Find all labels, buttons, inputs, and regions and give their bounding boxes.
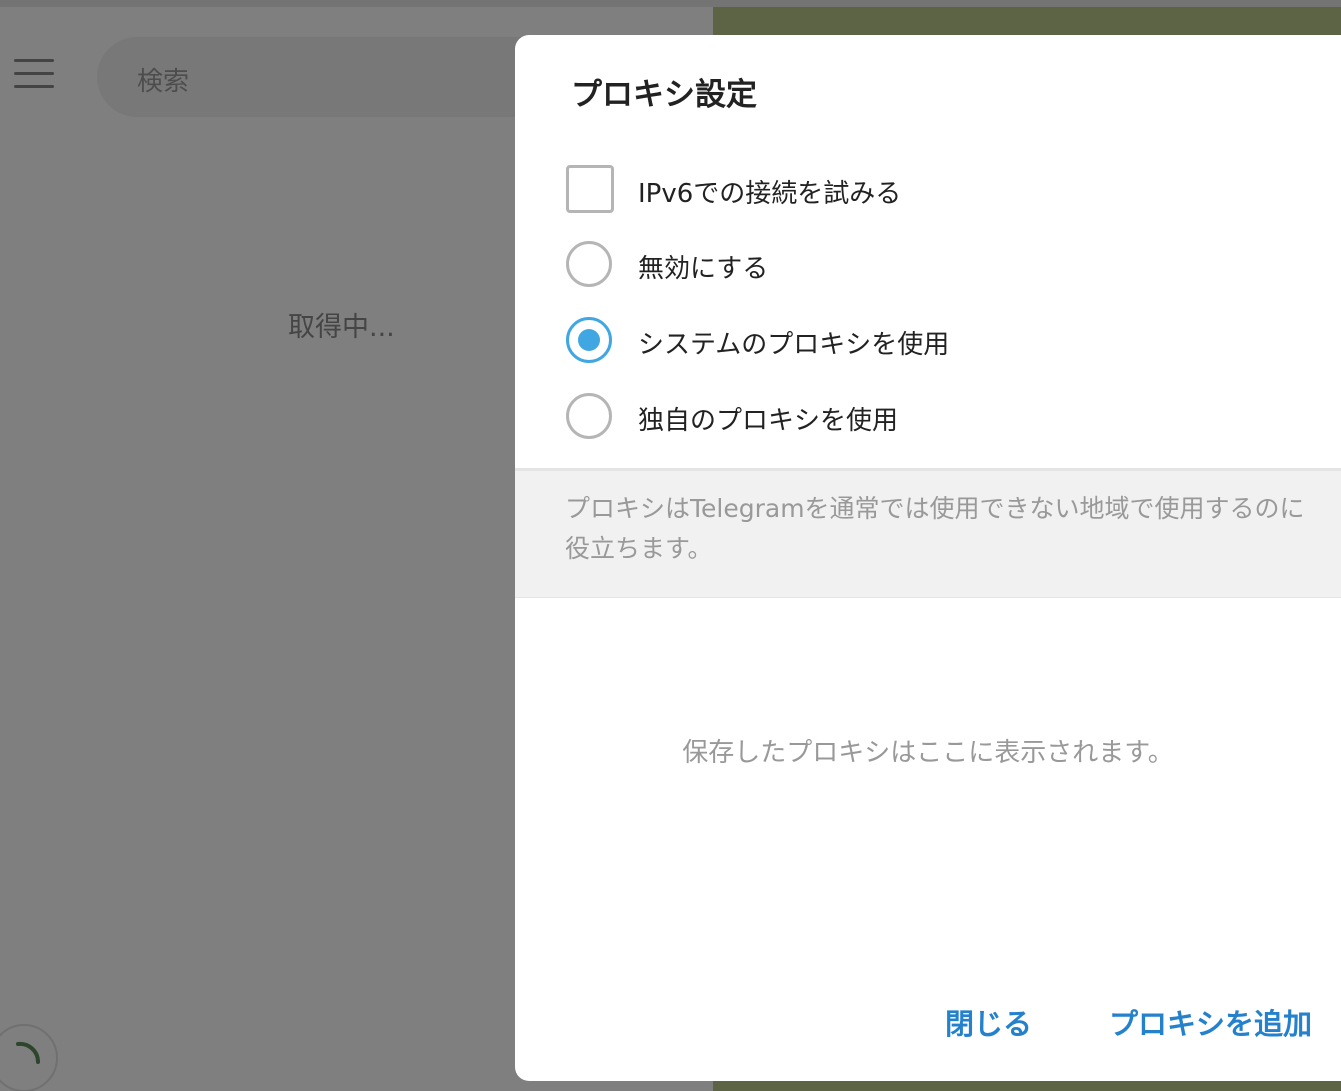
- radio-system-proxy[interactable]: [566, 317, 612, 363]
- info-box: プロキシはTelegramを通常では使用できない地域で使用するのに役立ちます。: [515, 468, 1341, 598]
- proxy-settings-dialog: プロキシ設定 IPv6での接続を試みる 無効にする システムのプロキシを使用 独…: [515, 35, 1341, 1081]
- radio-disable[interactable]: [566, 241, 612, 287]
- radio-custom-proxy-label: 独自のプロキシを使用: [638, 406, 899, 436]
- close-button[interactable]: 閉じる: [945, 1001, 1032, 1043]
- radio-disable-label: 無効にする: [638, 254, 769, 284]
- info-text: プロキシはTelegramを通常では使用できない地域で使用するのに役立ちます。: [565, 494, 1305, 563]
- radio-option-custom-proxy[interactable]: 独自のプロキシを使用: [565, 390, 1265, 442]
- empty-proxy-list-text: 保存したプロキシはここに表示されます。: [682, 738, 1174, 768]
- radio-option-disable[interactable]: 無効にする: [565, 238, 1265, 290]
- ipv6-checkbox-option[interactable]: IPv6での接続を試みる: [565, 163, 1265, 215]
- radio-option-system-proxy[interactable]: システムのプロキシを使用: [565, 314, 1265, 366]
- add-proxy-button[interactable]: プロキシを追加: [1109, 1001, 1312, 1043]
- ipv6-checkbox[interactable]: [566, 165, 614, 213]
- radio-custom-proxy[interactable]: [566, 393, 612, 439]
- radio-system-proxy-label: システムのプロキシを使用: [638, 330, 950, 360]
- dialog-title: プロキシ設定: [571, 77, 757, 113]
- ipv6-label: IPv6での接続を試みる: [638, 179, 902, 209]
